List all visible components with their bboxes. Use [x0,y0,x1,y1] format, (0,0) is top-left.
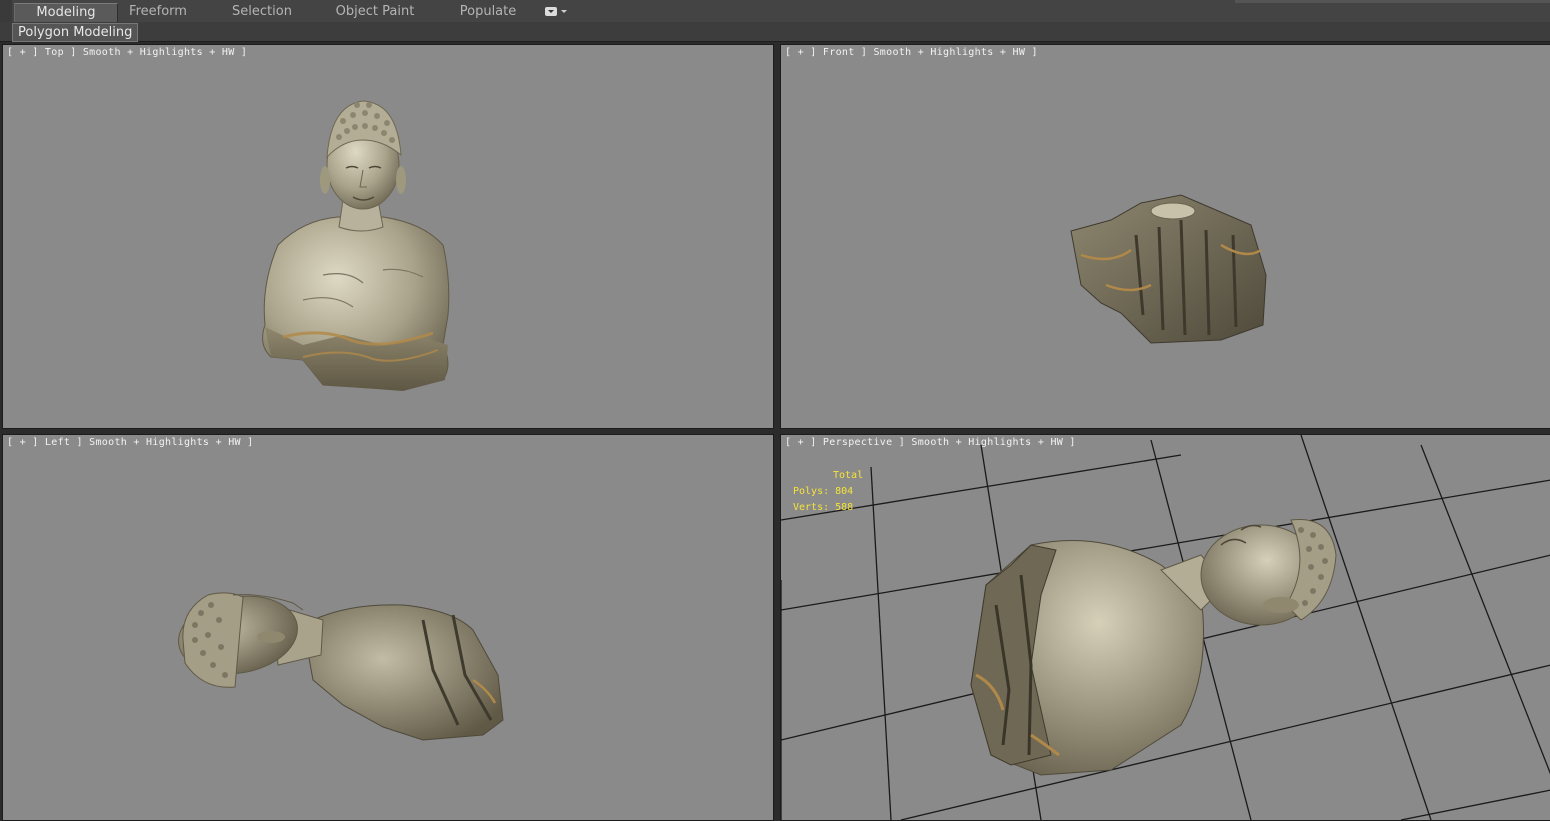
tab-selection[interactable]: Selection [222,3,302,21]
viewport-label-perspective[interactable]: [ + ] Perspective ] Smooth + Highlights … [785,437,1076,448]
statistics-overlay: Total Polys: 804 Verts: 588 [793,468,863,516]
ribbon-panel-bar: Polygon Modeling [0,22,1550,42]
ribbon-menu-button[interactable] [545,7,567,17]
tab-modeling[interactable]: Modeling [14,3,118,22]
ribbon-tab-bar: Modeling Freeform Selection Object Paint… [0,0,1550,23]
bust-model-left [178,592,504,741]
viewport-top[interactable]: [ + ] Top ] Smooth + Highlights + HW ] [2,44,774,429]
stats-header: Total [833,470,864,481]
stats-polys: Polys: 804 [793,486,854,497]
bust-model-front [1070,194,1267,344]
viewport-left[interactable]: [ + ] Left ] Smooth + Highlights + HW ] [2,434,774,821]
ribbon-edge [0,0,12,22]
ribbon-divider [1235,0,1550,3]
viewport-perspective[interactable]: [ + ] Perspective ] Smooth + Highlights … [780,434,1550,821]
stats-verts: Verts: 588 [793,502,854,513]
perspective-scene [781,435,1550,820]
chevron-down-icon [561,10,567,13]
panel-polygon-modeling[interactable]: Polygon Modeling [12,23,139,42]
tab-freeform[interactable]: Freeform [118,3,198,21]
dropdown-menu-icon [545,7,557,16]
tab-object-paint[interactable]: Object Paint [330,3,420,21]
tab-populate[interactable]: Populate [450,3,526,21]
bust-model-perspective [970,518,1337,776]
viewport-front[interactable]: [ + ] Front ] Smooth + Highlights + HW ] [780,44,1550,429]
bust-model-top [262,100,450,391]
